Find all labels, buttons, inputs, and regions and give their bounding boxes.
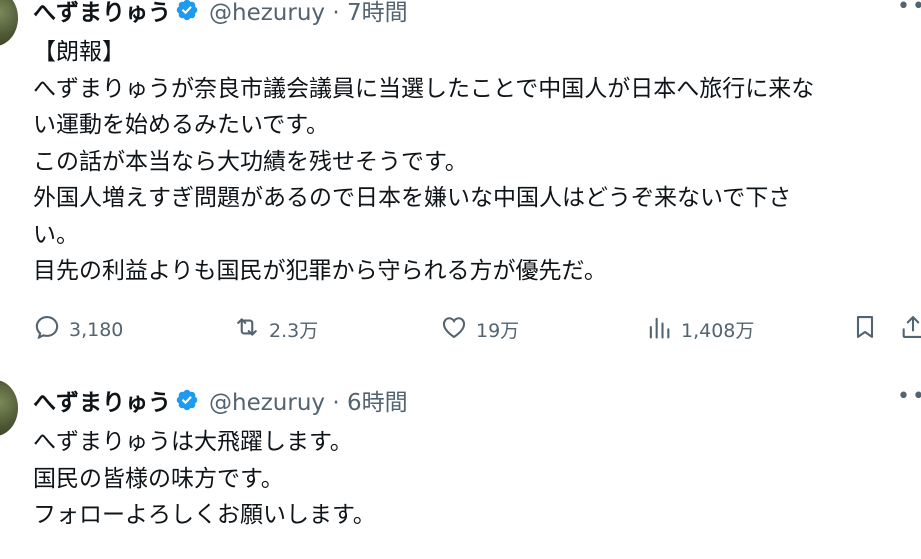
reply-count: 3,180: [69, 318, 124, 341]
avatar[interactable]: [0, 0, 18, 46]
like-count: 19万: [476, 320, 520, 342]
tweet-line: 【朗報】: [33, 39, 125, 65]
tweet-header: へずまりゅう @hezuruy · 7時間: [33, 0, 408, 30]
tweet-line: へずまりゅうは大飛躍します。: [33, 429, 353, 455]
author-handle-time[interactable]: @hezuruy · 7時間: [209, 0, 408, 27]
author-handle-time[interactable]: @hezuruy · 6時間: [209, 383, 408, 417]
verified-badge-icon: [175, 0, 199, 22]
verified-badge-icon: [175, 388, 199, 412]
tweet-line: 国民の皆様の味方です。: [33, 465, 284, 492]
tweet-line: フォローよろしくお願いします。: [33, 502, 376, 528]
views-icon: [645, 313, 681, 346]
tweet-line: い運動を始めるみたいです。: [33, 112, 330, 138]
tweet-text: 【朗報】 へずまりゅうが奈良市議会議員に当選したことで中国人が日本へ旅行に来な …: [33, 34, 921, 290]
tweet-actions: 3,180 2.3万 19万 1,408万: [33, 313, 921, 349]
repost-count: 2.3万: [269, 320, 319, 342]
tweet-line: この話が本当なら大功績を残せそうです。: [33, 148, 468, 175]
like-icon: [440, 313, 476, 346]
reply-icon: [33, 313, 69, 346]
tweet-header: へずまりゅう @hezuruy · 6時間: [33, 380, 408, 420]
repost-icon: [233, 313, 269, 346]
tweet-line: へずまりゅうが奈良市議会議員に当選したことで中国人が日本へ旅行に来な: [33, 75, 815, 102]
tweet-text: へずまりゅうは大飛躍します。 国民の皆様の味方です。 フォローよろしくお願いしま…: [33, 424, 921, 534]
bookmark-icon: [851, 313, 879, 346]
author-name[interactable]: へずまりゅう: [33, 0, 171, 27]
more-icon[interactable]: ••: [897, 0, 921, 19]
author-name[interactable]: へずまりゅう: [33, 383, 171, 417]
tweet-line: い。: [33, 221, 79, 248]
views-button[interactable]: 1,408万: [645, 313, 754, 346]
avatar[interactable]: [0, 380, 18, 436]
views-count: 1,408万: [681, 320, 755, 342]
more-icon[interactable]: ••: [897, 384, 921, 409]
reply-button[interactable]: 3,180: [33, 313, 123, 346]
tweet-line: 目先の利益よりも国民が犯罪から守られる方が優先だ。: [33, 258, 607, 284]
share-icon: [899, 313, 921, 346]
share-button[interactable]: [899, 313, 921, 346]
bookmark-button[interactable]: [851, 313, 879, 346]
repost-button[interactable]: 2.3万: [233, 313, 318, 346]
tweet-line: 外国人増えすぎ問題があるので日本を嫌いな中国人はどうぞ来ないで下さ: [33, 185, 792, 211]
like-button[interactable]: 19万: [440, 313, 519, 346]
